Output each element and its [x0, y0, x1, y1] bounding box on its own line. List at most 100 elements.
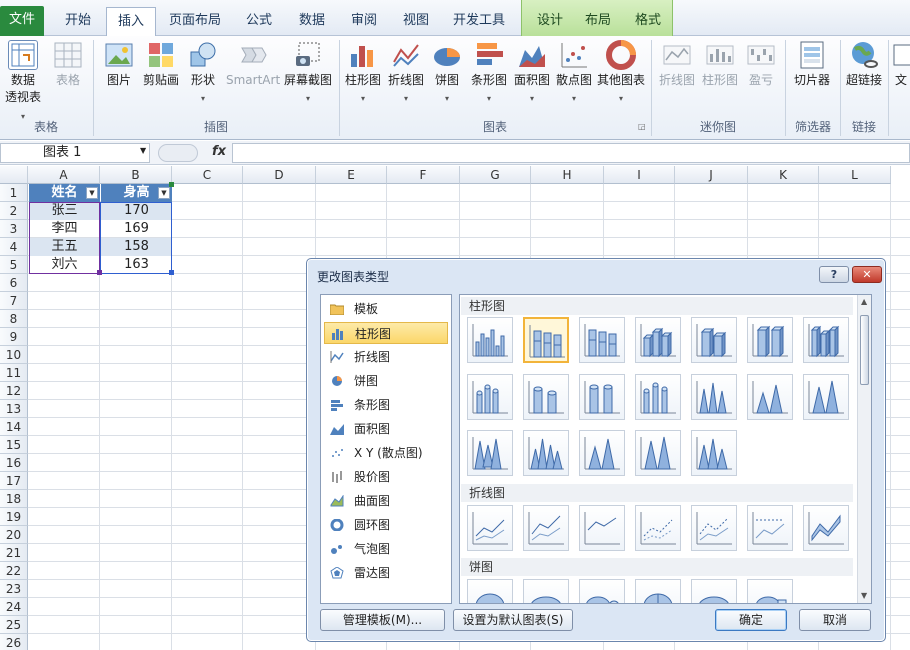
column-header[interactable]: L — [819, 166, 891, 184]
insert-function-icon[interactable]: fx — [212, 144, 226, 159]
tab-view[interactable]: 视图 — [394, 7, 438, 36]
column-subtype-tile[interactable] — [691, 317, 737, 363]
smartart-button[interactable]: SmartArt — [226, 40, 280, 89]
row-header[interactable]: 5 — [0, 256, 28, 274]
column-header[interactable]: C — [172, 166, 243, 184]
scroll-thumb[interactable] — [860, 315, 869, 385]
row-header[interactable]: 12 — [0, 382, 28, 400]
row-header[interactable]: 6 — [0, 274, 28, 292]
row-header[interactable]: 14 — [0, 418, 28, 436]
column-header[interactable]: D — [243, 166, 316, 184]
help-button[interactable]: ? — [819, 266, 849, 283]
row-header[interactable]: 17 — [0, 472, 28, 490]
line-subtype-tile[interactable] — [523, 505, 569, 551]
scatter-chart-button[interactable]: 散点图 ▾ — [553, 40, 595, 107]
pivot-table-button[interactable]: 数据 透视表 ▾ — [2, 40, 44, 125]
column-subtype-tile[interactable] — [635, 430, 681, 476]
column-subtype-tile[interactable] — [579, 430, 625, 476]
formula-input[interactable] — [232, 143, 910, 163]
row-header[interactable]: 24 — [0, 598, 28, 616]
clipart-button[interactable]: 剪贴画 — [140, 40, 182, 89]
pie-subtype-tile[interactable] — [635, 579, 681, 603]
tab-formulas[interactable]: 公式 — [236, 7, 282, 36]
row-header[interactable]: 4 — [0, 238, 28, 256]
row-header[interactable]: 7 — [0, 292, 28, 310]
dialog-launcher-icon[interactable]: ◲ — [638, 122, 646, 131]
column-subtype-tile[interactable] — [691, 430, 737, 476]
set-default-chart-button[interactable]: 设置为默认图表(S) — [453, 609, 573, 631]
table-header-height[interactable]: 身高 ▼ — [101, 184, 172, 202]
line-subtype-tile[interactable] — [579, 505, 625, 551]
row-header[interactable]: 10 — [0, 346, 28, 364]
chart-category-item[interactable]: 折线图 — [324, 346, 448, 368]
row-header[interactable]: 26 — [0, 634, 28, 650]
pie-subtype-tile[interactable] — [467, 579, 513, 603]
row-header[interactable]: 20 — [0, 526, 28, 544]
select-all-corner[interactable] — [0, 166, 28, 184]
ok-button[interactable]: 确定 — [715, 609, 787, 631]
chart-category-item[interactable]: 圆环图 — [324, 514, 448, 536]
column-subtype-tile[interactable] — [523, 430, 569, 476]
name-box[interactable]: 图表 1 — [0, 143, 150, 163]
column-header[interactable]: J — [675, 166, 748, 184]
row-header[interactable]: 19 — [0, 508, 28, 526]
gallery-scrollbar[interactable]: ▲ ▼ — [857, 295, 871, 603]
column-header[interactable]: K — [748, 166, 819, 184]
row-header[interactable]: 8 — [0, 310, 28, 328]
tab-layout[interactable]: 布局 — [576, 7, 620, 36]
row-header[interactable]: 1 — [0, 184, 28, 202]
column-header[interactable]: G — [460, 166, 531, 184]
textbox-button[interactable]: 文 — [892, 40, 910, 89]
slicer-button[interactable]: 切片器 — [790, 40, 834, 89]
tab-format[interactable]: 格式 — [626, 7, 670, 36]
tab-insert[interactable]: 插入 — [106, 7, 156, 37]
column-subtype-tile[interactable] — [803, 317, 849, 363]
pie-subtype-tile[interactable] — [691, 579, 737, 603]
column-subtype-tile[interactable] — [523, 317, 569, 363]
manage-templates-button[interactable]: 管理模板(M)... — [320, 609, 445, 631]
picture-button[interactable]: 图片 — [100, 40, 138, 89]
column-chart-button[interactable]: 柱形图 ▾ — [342, 40, 384, 107]
line-subtype-tile[interactable] — [467, 505, 513, 551]
column-header[interactable]: A — [28, 166, 100, 184]
column-subtype-tile[interactable] — [747, 374, 793, 420]
chart-category-item[interactable]: 饼图 — [324, 370, 448, 392]
chart-category-item[interactable]: 曲面图 — [324, 490, 448, 512]
pie-subtype-tile[interactable] — [523, 579, 569, 603]
row-header[interactable]: 23 — [0, 580, 28, 598]
column-subtype-tile[interactable] — [467, 374, 513, 420]
close-button[interactable]: ✕ — [852, 266, 882, 283]
chart-category-item[interactable]: X Y (散点图) — [324, 442, 448, 464]
column-subtype-tile[interactable] — [579, 317, 625, 363]
pie-subtype-tile[interactable] — [579, 579, 625, 603]
cancel-button[interactable]: 取消 — [799, 609, 871, 631]
row-header[interactable]: 11 — [0, 364, 28, 382]
row-header[interactable]: 9 — [0, 328, 28, 346]
pie-subtype-tile[interactable] — [747, 579, 793, 603]
table-header-name[interactable]: 姓名 ▼ — [29, 184, 100, 202]
line-subtype-tile[interactable] — [635, 505, 681, 551]
chart-category-item[interactable]: 条形图 — [324, 394, 448, 416]
chevron-down-icon[interactable]: ▼ — [140, 146, 146, 155]
column-header[interactable]: F — [387, 166, 460, 184]
column-subtype-tile[interactable] — [523, 374, 569, 420]
tab-design[interactable]: 设计 — [528, 7, 572, 36]
range-handle[interactable] — [169, 182, 174, 187]
row-header[interactable]: 25 — [0, 616, 28, 634]
hyperlink-button[interactable]: 超链接 — [843, 40, 885, 89]
column-subtype-tile[interactable] — [579, 374, 625, 420]
chart-category-item[interactable]: 面积图 — [324, 418, 448, 440]
pie-chart-button[interactable]: 饼图 ▾ — [429, 40, 465, 107]
column-subtype-tile[interactable] — [635, 374, 681, 420]
row-header[interactable]: 13 — [0, 400, 28, 418]
column-subtype-tile[interactable] — [635, 317, 681, 363]
tab-file[interactable]: 文件 — [0, 6, 44, 36]
line-subtype-tile[interactable] — [803, 505, 849, 551]
row-header[interactable]: 21 — [0, 544, 28, 562]
tab-page-layout[interactable]: 页面布局 — [164, 7, 226, 36]
row-header[interactable]: 16 — [0, 454, 28, 472]
range-handle[interactable] — [169, 270, 174, 275]
column-header[interactable]: H — [531, 166, 604, 184]
range-handle[interactable] — [97, 270, 102, 275]
tab-review[interactable]: 审阅 — [342, 7, 386, 36]
